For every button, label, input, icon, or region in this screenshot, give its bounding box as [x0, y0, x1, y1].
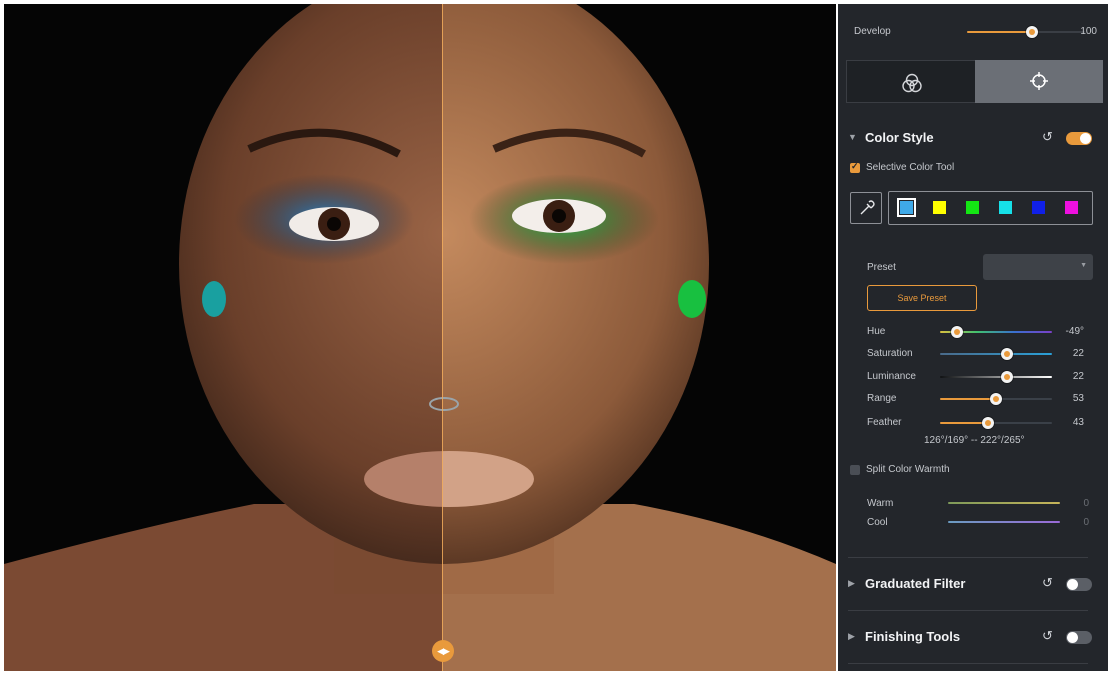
slider-label-luminance: Luminance	[867, 371, 916, 382]
develop-slider-knob[interactable]	[1025, 26, 1038, 38]
color-style-title: Color Style	[865, 130, 934, 145]
toggle-knob	[1067, 632, 1078, 643]
eyedropper-icon	[860, 200, 875, 215]
slider-label-hue: Hue	[867, 326, 886, 337]
warm-label: Warm	[867, 498, 894, 509]
split-color-warmth-label: Split Color Warmth	[866, 464, 950, 475]
slider-knob-hue[interactable]	[950, 326, 963, 338]
color-swatch[interactable]	[933, 201, 946, 214]
split-arrows-icon: ◀▶	[437, 645, 450, 656]
slider-knob-range[interactable]	[990, 393, 1002, 405]
adjustment-panel: Develop 100 ▼ Color Style ↺ ✓ Selective …	[838, 4, 1108, 671]
slider-label-feather: Feather	[867, 417, 902, 428]
color-swatch[interactable]	[1032, 201, 1045, 214]
graduated-filter-title: Graduated Filter	[865, 576, 966, 591]
before-after-divider	[442, 4, 443, 671]
slider-track-luminance[interactable]	[940, 376, 1052, 378]
color-swatch[interactable]	[966, 201, 979, 214]
eyedropper-button[interactable]	[850, 192, 882, 224]
finishing-tools-title: Finishing Tools	[865, 629, 961, 644]
color-swatch[interactable]	[1065, 201, 1078, 214]
split-color-warmth-checkbox[interactable]	[850, 465, 860, 475]
section-divider	[848, 557, 1088, 558]
section-divider	[848, 610, 1088, 611]
color-style-toggle[interactable]	[1066, 132, 1092, 145]
color-swatch[interactable]	[897, 198, 916, 217]
slider-knob-feather[interactable]	[982, 417, 995, 429]
reset-icon[interactable]: ↺	[1042, 575, 1053, 591]
develop-slider-fill	[967, 31, 1032, 33]
collapse-triangle-icon: ▼	[848, 132, 857, 142]
slider-track-feather[interactable]	[940, 422, 1052, 424]
slider-knob-saturation[interactable]	[1001, 348, 1014, 360]
toggle-knob	[1080, 133, 1091, 144]
save-preset-button[interactable]: Save Preset	[867, 285, 977, 311]
expand-triangle-icon: ▶	[848, 578, 855, 588]
color-swatch-row	[888, 191, 1093, 225]
expand-triangle-icon: ▶	[848, 631, 855, 641]
color-circles-icon	[902, 73, 922, 93]
color-swatch[interactable]	[999, 201, 1012, 214]
slider-label-saturation: Saturation	[867, 348, 913, 359]
selective-color-checkbox[interactable]: ✓	[850, 161, 860, 173]
check-icon: ✓	[851, 161, 859, 171]
photo-canvas[interactable]: ◀▶	[4, 4, 836, 671]
warm-slider-track[interactable]	[948, 502, 1060, 504]
develop-value: 100	[1080, 26, 1097, 37]
finishing-tools-header[interactable]: ▶ Finishing Tools	[848, 625, 1028, 649]
slider-track-saturation[interactable]	[940, 353, 1052, 355]
portrait-photo	[4, 4, 836, 671]
warm-value: 0	[1083, 498, 1089, 509]
graduated-filter-header[interactable]: ▶ Graduated Filter	[848, 572, 1028, 596]
cool-label: Cool	[867, 517, 888, 528]
slider-value-saturation: 22	[1072, 348, 1084, 359]
preset-dropdown[interactable]: ▼	[983, 254, 1093, 280]
slider-value-luminance: 22	[1072, 371, 1084, 382]
crosshair-icon	[1030, 72, 1048, 90]
finishing-tools-toggle[interactable]	[1066, 631, 1092, 644]
tab-selective-target[interactable]	[975, 60, 1103, 103]
section-divider	[848, 663, 1088, 664]
selective-color-label: Selective Color Tool	[866, 162, 955, 173]
range-readout: 126°/169° -- 222°/265°	[924, 435, 1025, 446]
dropdown-arrow-icon: ▼	[1080, 262, 1087, 269]
reset-icon[interactable]: ↺	[1042, 129, 1053, 145]
cool-value: 0	[1083, 517, 1089, 528]
cool-slider-track[interactable]	[948, 521, 1060, 523]
reset-icon[interactable]: ↺	[1042, 628, 1053, 644]
slider-value-range: 53	[1072, 393, 1084, 404]
slider-value-hue: -49°	[1065, 326, 1084, 337]
toggle-knob	[1067, 579, 1078, 590]
color-style-header[interactable]: ▼ Color Style	[848, 124, 1098, 152]
preset-label: Preset	[867, 262, 896, 273]
slider-value-feather: 43	[1072, 417, 1084, 428]
slider-knob-luminance[interactable]	[1001, 371, 1014, 383]
develop-label: Develop	[854, 26, 891, 37]
graduated-filter-toggle[interactable]	[1066, 578, 1092, 591]
slider-label-range: Range	[867, 393, 897, 404]
split-handle[interactable]: ◀▶	[432, 640, 454, 662]
tab-color-style[interactable]	[846, 60, 976, 103]
